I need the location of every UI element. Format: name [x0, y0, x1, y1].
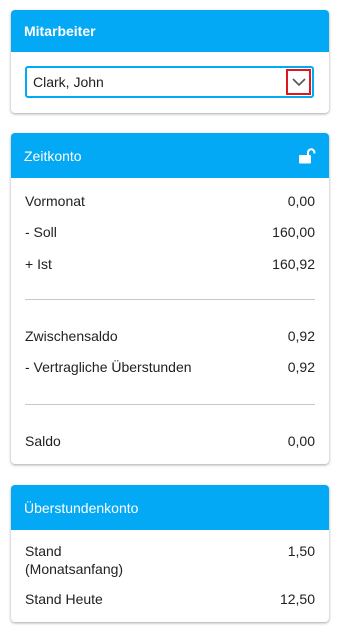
row-label: + Ist — [25, 256, 52, 272]
row-label: - Soll — [25, 224, 57, 240]
row-label: Stand Heute — [25, 591, 103, 607]
row-value: 0,00 — [287, 433, 315, 449]
employee-card-header: Mitarbeiter — [11, 10, 329, 52]
row-value: 0,00 — [287, 193, 315, 209]
zeitkonto-card-title: Zeitkonto — [24, 147, 82, 164]
row-value: 0,92 — [287, 328, 315, 344]
row-label: Zwischensaldo — [25, 328, 118, 344]
ueberstundenkonto-card-title: Überstundenkonto — [24, 499, 139, 516]
row-value: 1,50 — [287, 543, 315, 559]
row-value: 160,92 — [272, 256, 315, 272]
zeitkonto-row-vertragliche-ueberstunden: - Vertragliche Überstunden 0,92 — [25, 358, 315, 376]
chevron-down-icon — [291, 77, 306, 86]
dropdown-toggle-button[interactable] — [286, 69, 311, 95]
zeitkonto-row-soll: - Soll 160,00 — [25, 223, 315, 241]
employee-card-title: Mitarbeiter — [24, 23, 96, 39]
ueberstundenkonto-card: Überstundenkonto Stand (Monatsanfang) 1,… — [11, 485, 329, 622]
row-label: - Vertragliche Überstunden — [25, 359, 192, 375]
ueberstundenkonto-card-header: Überstundenkonto — [11, 485, 329, 530]
employee-card: Mitarbeiter Clark, John — [11, 10, 329, 113]
divider — [25, 404, 315, 405]
ueberstunden-row-stand-heute: Stand Heute 12,50 — [25, 590, 315, 608]
row-value: 160,00 — [272, 224, 315, 240]
zeitkonto-row-ist: + Ist 160,92 — [25, 255, 315, 273]
employee-select-value: Clark, John — [33, 74, 104, 90]
row-label: Saldo — [25, 433, 61, 449]
row-label: Stand (Monatsanfang) — [25, 543, 124, 577]
row-value: 0,92 — [287, 359, 315, 375]
row-label: Vormonat — [25, 193, 85, 209]
employee-select[interactable]: Clark, John — [25, 66, 314, 98]
zeitkonto-row-saldo: Saldo 0,00 — [25, 432, 315, 450]
divider — [25, 299, 315, 300]
ueberstunden-row-stand: Stand (Monatsanfang) 1,50 — [25, 542, 315, 578]
row-value: 12,50 — [279, 591, 315, 607]
zeitkonto-card-header: Zeitkonto — [11, 133, 329, 178]
zeitkonto-row-vormonat: Vormonat 0,00 — [25, 192, 315, 210]
unlock-icon[interactable] — [298, 147, 316, 164]
zeitkonto-row-zwischensaldo: Zwischensaldo 0,92 — [25, 327, 315, 345]
zeitkonto-card: Zeitkonto Vormonat 0,00 - Soll 160,00 + … — [11, 133, 329, 464]
